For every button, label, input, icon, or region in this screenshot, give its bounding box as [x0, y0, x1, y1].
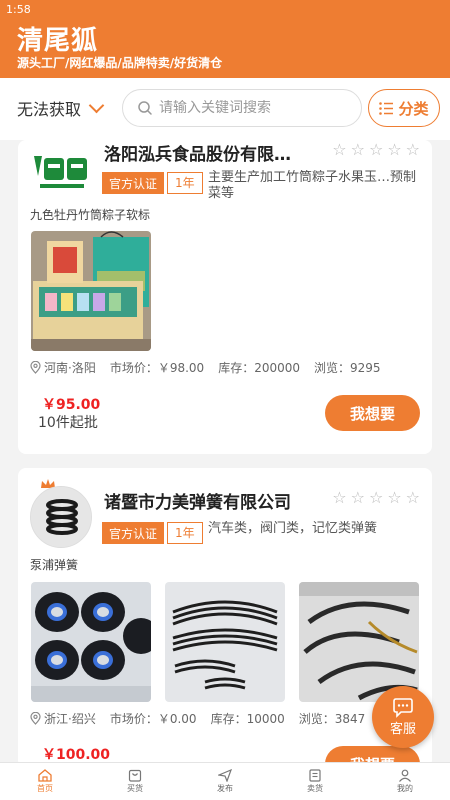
location-label: 无法获取: [17, 100, 82, 119]
company-description: 主要生产加工竹筒粽子水果玉…预制菜等: [208, 170, 417, 201]
brand-logo-text: 清尾狐: [17, 26, 99, 56]
search-row: 无法获取 分类: [0, 78, 450, 140]
company-name[interactable]: 诸暨市力美弹簧有限公司: [104, 488, 334, 513]
send-icon: [218, 769, 232, 782]
membership-year-badge: 1年: [167, 522, 203, 544]
tab-label: 买货: [127, 784, 143, 793]
view-count: 浏览：3847: [298, 712, 366, 726]
certification-badges: 官方认证 1年: [102, 172, 203, 194]
customer-service-button[interactable]: 客服: [372, 686, 434, 748]
location-pin-icon: [30, 361, 41, 374]
product-image[interactable]: [31, 231, 151, 351]
tab-label: 发布: [217, 784, 233, 793]
tab-home[interactable]: 首页: [0, 763, 90, 800]
star-icon: ☆: [387, 140, 402, 159]
membership-year-badge: 1年: [167, 172, 203, 194]
location-selector[interactable]: 无法获取: [17, 96, 105, 120]
status-time: 1:58: [6, 3, 31, 16]
product-name: 九色牡丹竹筒粽子软标: [30, 208, 151, 222]
wholesale-price: ￥95.00: [42, 397, 101, 413]
tab-label: 我的: [397, 784, 413, 793]
product-meta: 浙江·绍兴 市场价：￥0.00 库存：10000 浏览：3847: [30, 710, 365, 727]
tab-profile[interactable]: 我的: [360, 763, 450, 800]
product-image[interactable]: [165, 582, 285, 702]
product-meta: 河南·洛阳 市场价：￥98.00 库存：200000 浏览：9295: [30, 359, 381, 376]
location-text: 浙江·绍兴: [44, 712, 96, 726]
product-name: 泵浦弹簧: [30, 558, 79, 572]
location-info: 浙江·绍兴: [30, 710, 96, 727]
chevron-down-icon: [88, 97, 105, 113]
user-icon: [399, 769, 411, 782]
location-pin-icon: [30, 712, 41, 725]
search-input[interactable]: [159, 100, 349, 116]
search-icon: [138, 101, 152, 115]
search-box[interactable]: [122, 89, 362, 127]
star-icon: ☆: [350, 488, 365, 507]
customer-service-label: 客服: [389, 721, 416, 737]
location-info: 河南·洛阳: [30, 359, 96, 376]
company-name[interactable]: 洛阳泓兵食品股份有限…: [104, 140, 334, 165]
chat-bubble-icon: [393, 697, 413, 718]
wholesale-price: ￥100.00: [42, 747, 111, 763]
market-price: 市场价：￥98.00: [109, 361, 205, 375]
view-count: 浏览：9295: [314, 361, 381, 375]
bag-icon: [128, 769, 142, 782]
stock-count: 库存：200000: [218, 361, 300, 375]
supplier-card[interactable]: 诸暨市力美弹簧有限公司 ☆ ☆ ☆ ☆ ☆ 官方认证 1年 汽车类，阀门类，记忆…: [18, 468, 432, 782]
list-icon: [379, 101, 394, 115]
location-text: 河南·洛阳: [44, 361, 96, 375]
product-image[interactable]: [299, 582, 419, 702]
product-image[interactable]: [31, 582, 151, 702]
company-description: 汽车类，阀门类，记忆类弹簧: [208, 521, 378, 536]
market-price: 市场价：￥0.00: [109, 712, 197, 726]
rating-stars: ☆ ☆ ☆ ☆ ☆: [332, 488, 420, 507]
official-cert-badge: 官方认证: [102, 172, 165, 194]
company-logo: [30, 486, 92, 548]
company-logo: [30, 142, 92, 204]
stock-count: 库存：10000: [210, 712, 285, 726]
rating-stars: ☆ ☆ ☆ ☆ ☆: [332, 140, 420, 159]
tab-buy[interactable]: 买货: [90, 763, 180, 800]
star-icon: ☆: [387, 488, 402, 507]
tab-publish[interactable]: 发布: [180, 763, 270, 800]
app-header: 1:58 清尾狐 源头工厂/网红爆品/品牌特卖/好货清仓: [0, 0, 450, 78]
star-icon: ☆: [405, 140, 420, 159]
tab-label: 卖货: [307, 784, 323, 793]
brand-slogan: 源头工厂/网红爆品/品牌特卖/好货清仓: [17, 56, 223, 70]
official-cert-badge: 官方认证: [102, 522, 165, 544]
star-icon: ☆: [332, 140, 347, 159]
tab-sell[interactable]: 卖货: [270, 763, 360, 800]
bottom-tab-bar: 首页 买货 发布 卖货 我的: [0, 762, 450, 800]
category-button[interactable]: 分类: [368, 89, 440, 127]
minimum-order: 10件起批: [38, 415, 98, 431]
certification-badges: 官方认证 1年: [102, 522, 203, 544]
doc-icon: [309, 769, 321, 782]
star-icon: ☆: [405, 488, 420, 507]
category-label: 分类: [398, 99, 429, 118]
star-icon: ☆: [368, 488, 384, 507]
star-icon: ☆: [350, 140, 365, 159]
home-icon: [38, 769, 52, 782]
tab-label: 首页: [37, 784, 53, 793]
want-button[interactable]: 我想要: [325, 395, 420, 431]
star-icon: ☆: [368, 140, 384, 159]
star-icon: ☆: [332, 488, 347, 507]
supplier-card[interactable]: 洛阳泓兵食品股份有限… ☆ ☆ ☆ ☆ ☆ 官方认证 1年 主要生产加工竹筒粽子…: [18, 140, 432, 454]
